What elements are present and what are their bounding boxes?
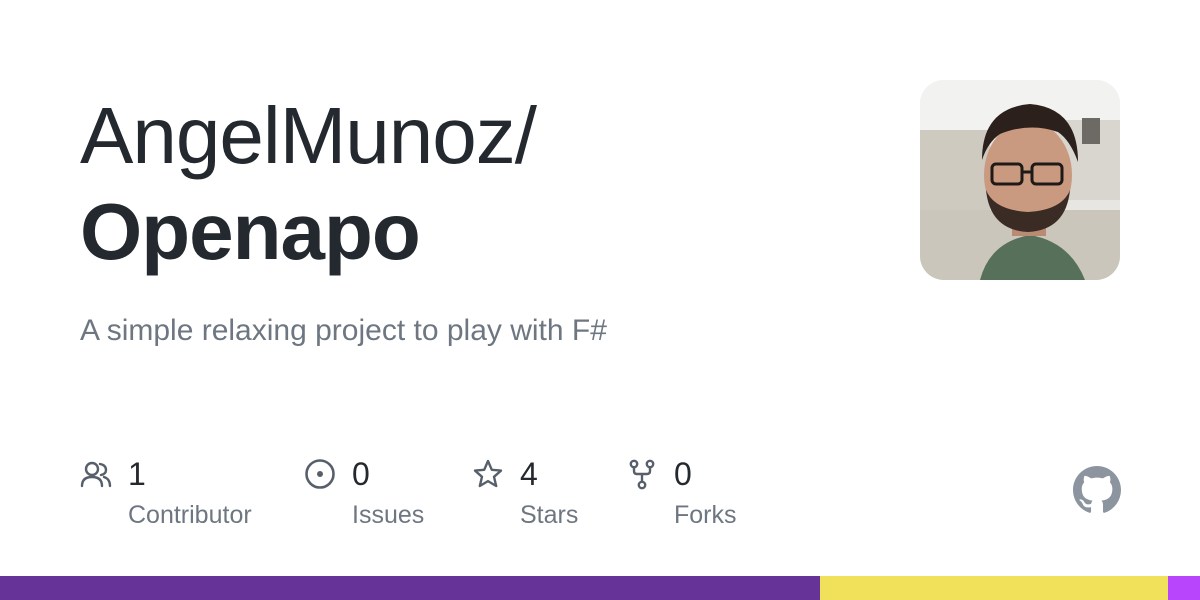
issue-icon xyxy=(305,459,335,489)
github-logo-icon[interactable] xyxy=(1073,466,1121,514)
language-bar-segment xyxy=(0,576,820,600)
star-icon xyxy=(473,459,503,488)
forks-label: Forks xyxy=(674,501,737,529)
stars-count: 4 xyxy=(520,456,538,492)
stars-label: Stars xyxy=(520,501,579,529)
repo-owner[interactable]: AngelMunoz/ xyxy=(80,88,880,184)
repo-name[interactable]: Openapo xyxy=(80,184,880,280)
language-bar-segment xyxy=(1167,576,1200,600)
issues-label: Issues xyxy=(352,501,425,529)
issues-count: 0 xyxy=(352,456,370,492)
forks-count: 0 xyxy=(674,456,692,492)
repo-social-card: AngelMunoz/ Openapo A simple relaxing pr… xyxy=(0,0,1200,600)
people-icon xyxy=(80,461,112,488)
language-bar xyxy=(0,576,1200,600)
avatar-photo xyxy=(920,80,1120,280)
language-bar-segment xyxy=(819,576,1168,600)
fork-icon xyxy=(629,459,655,490)
repo-title: AngelMunoz/ Openapo xyxy=(80,88,880,280)
owner-avatar[interactable] xyxy=(920,80,1120,280)
repo-description: A simple relaxing project to play with F… xyxy=(80,314,607,347)
contributor-count: 1 xyxy=(128,456,146,492)
contributor-label: Contributor xyxy=(128,501,252,529)
